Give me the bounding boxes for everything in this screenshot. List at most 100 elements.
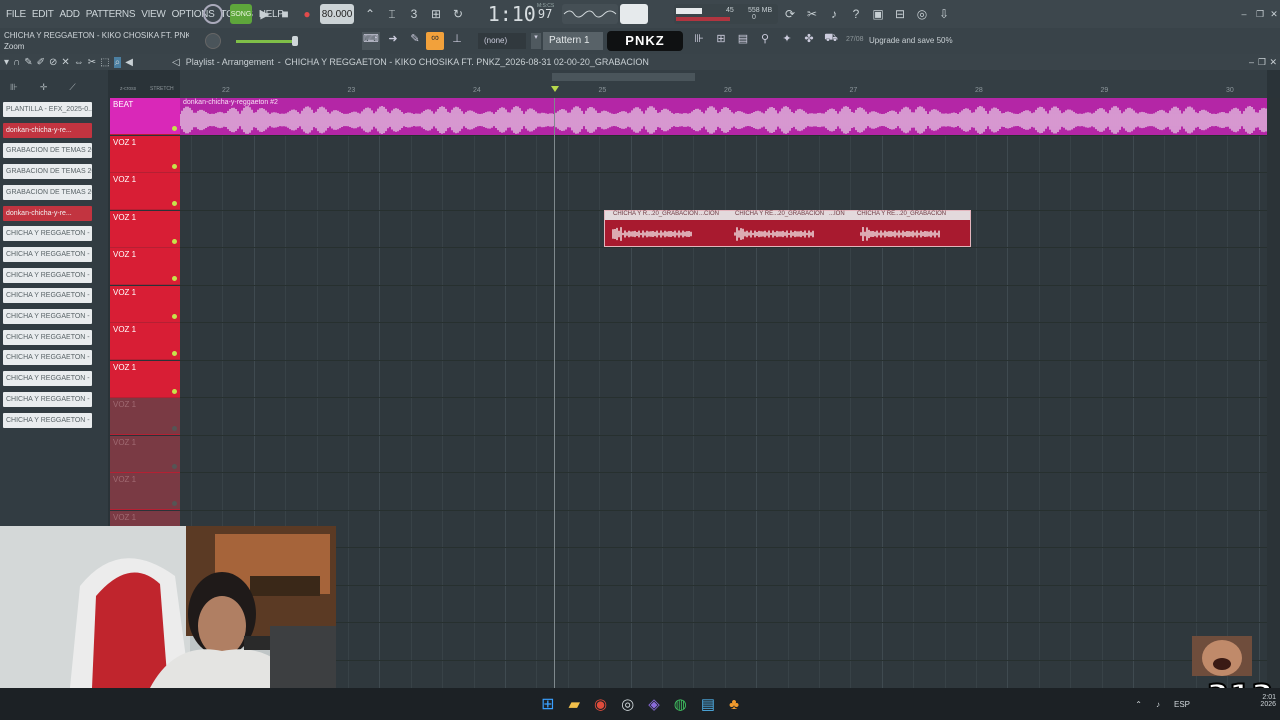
playhead-marker[interactable] <box>551 86 559 92</box>
track-header[interactable]: VOZ 1 <box>110 360 180 398</box>
playlist-minimize-icon[interactable]: – <box>1249 57 1254 67</box>
tray-clock[interactable]: 2:01 2026 <box>1260 694 1276 708</box>
microphone-icon[interactable]: ♪ <box>824 4 844 24</box>
playlist-restore-icon[interactable]: ❐ <box>1258 57 1266 68</box>
browser-item[interactable]: CHICHA Y REGGAETON - KI... <box>3 267 92 283</box>
slice-icon[interactable]: ✂ <box>88 57 96 68</box>
browser-item[interactable]: PLANTILLA - EFX_2025-0... <box>3 102 92 117</box>
tray-mic-icon[interactable]: ♪ <box>1156 700 1160 709</box>
browser-item[interactable]: CHICHA Y REGGAETON - KI... <box>3 288 92 304</box>
menu-file[interactable]: FILE <box>6 9 26 20</box>
loop-record-icon[interactable]: ↻ <box>448 4 468 24</box>
menu-view[interactable]: VIEW <box>141 9 166 20</box>
track-mute-led[interactable] <box>172 388 177 394</box>
track-mute-led[interactable] <box>172 501 177 506</box>
chat-icon[interactable]: ◎ <box>912 4 932 24</box>
timeline-ruler[interactable]: 22 23 24 25 26 27 28 29 30 <box>180 84 1267 98</box>
track-header[interactable]: VOZ 1 <box>110 435 180 473</box>
obs-icon[interactable]: ◎ <box>621 695 634 713</box>
stamp-icon[interactable]: ⊥ <box>448 32 466 50</box>
piano-roll-icon[interactable]: ⌨ <box>362 32 380 50</box>
browser-tab-plugin-icon[interactable]: ✛ <box>40 82 48 96</box>
play-icon[interactable]: ▶ <box>255 4 275 24</box>
browser-item[interactable]: GRABACION DE TEMAS 202... <box>3 184 92 200</box>
delete-icon[interactable]: ⊘ <box>49 57 57 68</box>
browser-item[interactable]: donkan-chicha-y-re... <box>3 122 92 138</box>
track-header[interactable]: VOZ 1 <box>110 248 180 285</box>
stop-icon[interactable]: ■ <box>275 4 295 24</box>
window-close-icon[interactable]: ✕ <box>1264 4 1280 24</box>
track-mute-led[interactable] <box>172 201 177 206</box>
download-icon[interactable]: ⇩ <box>934 4 954 24</box>
track-mute-led[interactable] <box>172 463 177 469</box>
browser-item[interactable]: CHICHA Y REGGAETON - KI... <box>3 391 92 407</box>
browser-item[interactable]: CHICHA Y REGGAETON - KI... <box>3 412 92 428</box>
browser-item[interactable]: donkan-chicha-y-re... <box>3 205 92 221</box>
browser-icon[interactable]: ▤ <box>734 32 752 50</box>
chrome-icon[interactable]: ◉ <box>594 695 607 713</box>
cut-icon[interactable]: ✂ <box>802 4 822 24</box>
help-icon[interactable]: ? <box>846 4 866 24</box>
track-header[interactable]: VOZ 1 <box>110 285 180 323</box>
track-mute-led[interactable] <box>172 126 177 131</box>
file-explorer-icon[interactable]: ▰ <box>569 695 581 713</box>
track-header[interactable]: VOZ 1 <box>110 323 180 360</box>
track-header[interactable]: VOZ 1 <box>110 473 180 510</box>
song-mode-toggle[interactable]: SONG <box>230 4 252 24</box>
browser-tab-brush-icon[interactable]: ⟋ <box>69 82 75 96</box>
hint-knob[interactable] <box>205 33 221 49</box>
tray-language[interactable]: ESP <box>1174 700 1190 709</box>
browser-item[interactable]: CHICHA Y REGGAETON - KI... <box>3 226 92 242</box>
menu-add[interactable]: ADD <box>60 9 81 20</box>
step-edit-icon[interactable]: ⊞ <box>426 4 446 24</box>
record-icon[interactable]: ● <box>297 4 317 24</box>
browser-tab-folder-icon[interactable]: ⊪ <box>10 82 18 96</box>
overview-scroll-handle[interactable] <box>552 73 695 81</box>
arrangement-grid[interactable]: donkan-chicha-y-reggaeton #2 CHICHA Y R.… <box>180 98 1267 688</box>
pencil-icon[interactable]: ✎ <box>406 32 424 50</box>
track-header[interactable]: VOZ 1 <box>110 398 180 435</box>
touch-keyboard-icon[interactable]: ✤ <box>800 32 818 50</box>
zoom-icon[interactable]: ⌕ <box>113 56 122 68</box>
menu-edit[interactable]: EDIT <box>32 9 54 20</box>
track-header[interactable]: BEAT <box>110 98 180 135</box>
menu-patterns[interactable]: PATTERNS <box>86 9 136 20</box>
arrow-right-icon[interactable]: ➜ <box>384 32 402 50</box>
track-mute-led[interactable] <box>172 351 177 356</box>
fl-studio-icon[interactable]: ♣ <box>729 696 739 713</box>
refresh-icon[interactable]: ⟳ <box>780 4 800 24</box>
browser-item[interactable]: CHICHA Y REGGAETON - KI... <box>3 371 92 387</box>
wait-input-icon[interactable]: ⌶ <box>382 4 402 24</box>
track-mute-led[interactable] <box>172 426 177 431</box>
news-text[interactable]: Upgrade and save 50% <box>869 36 953 45</box>
select-icon[interactable]: ⬚ <box>100 57 109 68</box>
pattern-selector[interactable]: Pattern 1 <box>543 32 603 50</box>
browser-item[interactable]: CHICHA Y REGGAETON - KI... <box>3 309 92 324</box>
master-volume-knob[interactable] <box>203 4 223 24</box>
beat-audio-clip[interactable]: donkan-chicha-y-reggaeton #2 <box>180 98 1267 135</box>
stretch-label[interactable]: STRETCH <box>150 86 174 92</box>
track-mute-led[interactable] <box>172 163 177 169</box>
windows-start-icon[interactable]: ⊞ <box>541 694 554 714</box>
slider-handle[interactable] <box>292 36 298 46</box>
browser-item[interactable]: GRABACION DE TEMAS 202... <box>3 143 92 159</box>
metronome-icon[interactable]: ⌃ <box>360 4 380 24</box>
track-mute-led[interactable] <box>172 313 177 319</box>
browser-item[interactable]: CHICHA Y REGGAETON - KI... <box>3 350 92 366</box>
channel-select[interactable]: (none) <box>478 33 526 49</box>
cart-icon[interactable]: ⛟ <box>822 32 840 50</box>
voz-audio-clip[interactable]: CHICHA Y R...20_GRABACION ...CION CHICHA… <box>604 210 971 247</box>
slip-icon[interactable]: ⇔ <box>74 57 84 68</box>
save-icon[interactable]: ▣ <box>868 4 888 24</box>
track-mute-led[interactable] <box>172 238 177 244</box>
overview-bar[interactable] <box>180 70 1267 84</box>
track-header[interactable]: VOZ 1 <box>110 135 180 173</box>
link-icon[interactable]: ∞ <box>426 32 444 50</box>
mixer-view-icon[interactable]: ⊞ <box>712 32 730 50</box>
playlist-close-icon[interactable]: ✕ <box>1269 57 1277 68</box>
snap-label[interactable]: z-cross <box>120 86 136 92</box>
plugin-icon[interactable]: ⚲ <box>756 32 774 50</box>
plugin-picker-icon[interactable]: ✦ <box>778 32 796 50</box>
channel-rack-icon[interactable]: ⊪ <box>690 32 708 50</box>
speaker-icon[interactable]: ◀ <box>125 57 133 68</box>
